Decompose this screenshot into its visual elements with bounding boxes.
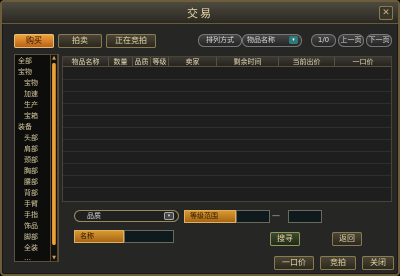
category-item[interactable]: 手臂 <box>24 200 38 209</box>
col-current-bid[interactable]: 当前出价 <box>279 57 335 67</box>
table-row[interactable] <box>63 152 391 164</box>
close-button[interactable]: 关闭 <box>362 256 394 270</box>
category-item[interactable]: 腰部 <box>24 178 38 187</box>
col-seller[interactable]: 卖家 <box>169 57 217 67</box>
sort-label: 排列方式 <box>198 34 242 47</box>
table-row[interactable] <box>63 128 391 140</box>
col-quality[interactable]: 品质 <box>133 57 151 67</box>
back-button[interactable]: 返回 <box>332 232 362 246</box>
level-max-input[interactable] <box>288 210 322 223</box>
category-item[interactable]: 全装 <box>24 244 38 253</box>
table-row[interactable] <box>63 80 391 92</box>
scroll-up-icon[interactable]: ▲ <box>51 55 57 61</box>
quality-filter-select[interactable]: 品质 ▾ <box>74 210 179 222</box>
trade-window: 交易 ✕ 购买 拍卖 正在竞拍 排列方式 物品名称 ▾ 1/0 上一页 下一页 … <box>0 0 400 276</box>
category-item[interactable]: 背部 <box>24 189 38 198</box>
category-item[interactable]: 装备 <box>18 123 32 132</box>
window-title: 交易 <box>187 7 213 20</box>
category-item[interactable]: … <box>24 254 31 263</box>
table-row[interactable] <box>63 92 391 104</box>
tab-auction[interactable]: 拍卖 <box>58 34 102 48</box>
page-indicator: 1/0 <box>311 34 336 47</box>
table-row[interactable] <box>63 176 391 188</box>
tab-buy[interactable]: 购买 <box>14 34 54 48</box>
prev-page-button[interactable]: 上一页 <box>338 34 364 47</box>
close-icon[interactable]: ✕ <box>379 6 393 20</box>
scroll-thumb[interactable] <box>52 63 56 245</box>
table-row[interactable] <box>63 140 391 152</box>
title-bar: 交易 ✕ <box>2 2 398 24</box>
category-item[interactable]: 脚部 <box>24 233 38 242</box>
dropdown-icon: ▾ <box>289 36 298 44</box>
sort-value: 物品名称 <box>247 36 275 44</box>
sort-select[interactable]: 物品名称 ▾ <box>242 34 302 47</box>
table-row[interactable] <box>63 116 391 128</box>
col-quantity[interactable]: 数量 <box>109 57 133 67</box>
dropdown-icon: ▾ <box>164 212 174 220</box>
tab-bidding[interactable]: 正在竞拍 <box>106 34 156 48</box>
table-row[interactable] <box>63 164 391 176</box>
category-item[interactable]: 全部 <box>18 57 32 66</box>
bid-button[interactable]: 竞拍 <box>320 256 356 270</box>
category-item[interactable]: 宝物 <box>18 68 32 77</box>
table-header: 物品名称 数量 品质 等级 卖家 剩余时间 当前出价 一口价 <box>63 57 391 67</box>
col-remaining-time[interactable]: 剩余时间 <box>217 57 279 67</box>
category-item[interactable]: 饰品 <box>24 222 38 231</box>
level-range-dash: — <box>272 211 280 220</box>
category-item[interactable]: 头部 <box>24 134 38 143</box>
category-item[interactable]: 加速 <box>24 90 38 99</box>
category-item[interactable]: 手指 <box>24 211 38 220</box>
col-item-name[interactable]: 物品名称 <box>63 57 109 67</box>
table-row[interactable] <box>63 68 391 80</box>
buyout-button[interactable]: 一口价 <box>274 256 314 270</box>
item-table: 物品名称 数量 品质 等级 卖家 剩余时间 当前出价 一口价 <box>62 56 392 202</box>
table-row[interactable] <box>63 104 391 116</box>
category-item[interactable]: 胸部 <box>24 167 38 176</box>
category-scrollbar[interactable]: ▲ ▼ <box>50 54 58 262</box>
next-page-button[interactable]: 下一页 <box>366 34 392 47</box>
name-label: 名称 <box>74 230 124 243</box>
category-item[interactable]: 颈部 <box>24 156 38 165</box>
category-item[interactable]: 宝物 <box>24 79 38 88</box>
quality-filter-label: 品质 <box>87 212 101 220</box>
col-level[interactable]: 等级 <box>151 57 169 67</box>
category-item[interactable]: 宝箱 <box>24 112 38 121</box>
category-item[interactable]: 肩部 <box>24 145 38 154</box>
name-input[interactable] <box>124 230 174 243</box>
scroll-down-icon[interactable]: ▼ <box>51 255 57 261</box>
col-buyout[interactable]: 一口价 <box>335 57 391 67</box>
level-range-label: 等级范围 <box>184 210 236 223</box>
table-row[interactable] <box>63 188 391 200</box>
search-button[interactable]: 搜寻 <box>270 232 300 246</box>
level-min-input[interactable] <box>236 210 270 223</box>
category-item[interactable]: 生产 <box>24 101 38 110</box>
